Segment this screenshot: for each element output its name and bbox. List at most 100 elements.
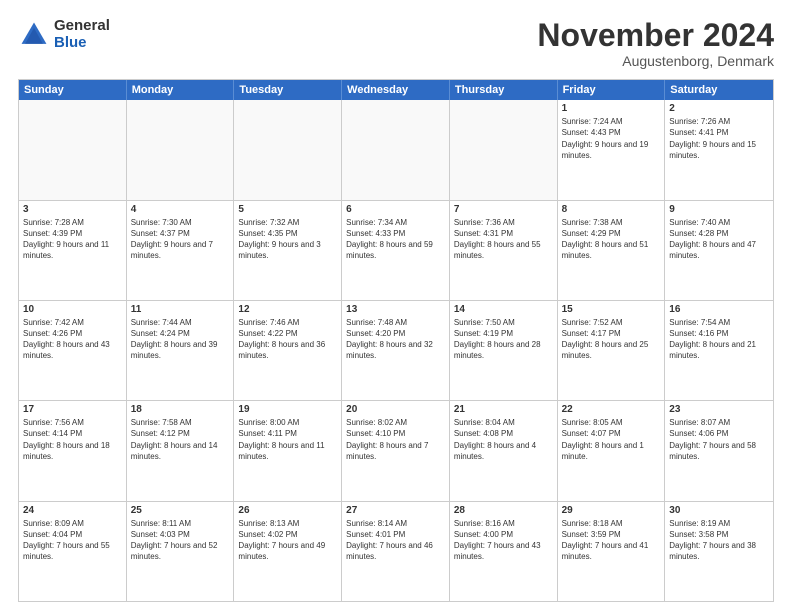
- day-info: Sunrise: 8:05 AMSunset: 4:07 PMDaylight:…: [562, 417, 661, 462]
- logo-general: General: [54, 17, 110, 34]
- day-info: Sunrise: 8:04 AMSunset: 4:08 PMDaylight:…: [454, 417, 553, 462]
- day-info: Sunrise: 7:28 AMSunset: 4:39 PMDaylight:…: [23, 217, 122, 262]
- header: General Blue November 2024 Augustenborg,…: [18, 18, 774, 69]
- weekday-header-thursday: Thursday: [450, 80, 558, 100]
- day-info: Sunrise: 7:50 AMSunset: 4:19 PMDaylight:…: [454, 317, 553, 362]
- calendar-cell: 30Sunrise: 8:19 AMSunset: 3:58 PMDayligh…: [665, 502, 773, 601]
- day-info: Sunrise: 7:54 AMSunset: 4:16 PMDaylight:…: [669, 317, 769, 362]
- calendar-cell: [19, 100, 127, 199]
- calendar-cell: 23Sunrise: 8:07 AMSunset: 4:06 PMDayligh…: [665, 401, 773, 500]
- day-number: 5: [238, 204, 337, 215]
- day-number: 13: [346, 304, 445, 315]
- calendar-cell: 20 Sunrise: 8:02 AMSunset: 4:10 PMDayligh…: [342, 401, 450, 500]
- day-number: 26: [238, 505, 337, 516]
- day-number: 1: [562, 103, 661, 114]
- day-info: Sunrise: 8:19 AMSunset: 3:58 PMDaylight:…: [669, 518, 769, 563]
- calendar-cell: 10 Sunrise: 7:42 AMSunset: 4:26 PMDayligh…: [19, 301, 127, 400]
- day-number: 25: [131, 505, 230, 516]
- calendar-cell: 14 Sunrise: 7:50 AMSunset: 4:19 PMDayligh…: [450, 301, 558, 400]
- calendar-cell: 4Sunrise: 7:30 AMSunset: 4:37 PMDaylight…: [127, 201, 235, 300]
- day-info: Sunrise: 7:26 AMSunset: 4:41 PMDaylight:…: [669, 116, 769, 161]
- day-number: 28: [454, 505, 553, 516]
- day-info: Sunrise: 7:32 AMSunset: 4:35 PMDaylight:…: [238, 217, 337, 262]
- weekday-header-saturday: Saturday: [665, 80, 773, 100]
- day-number: 27: [346, 505, 445, 516]
- day-number: 10: [23, 304, 122, 315]
- day-info: Sunrise: 7:40 AMSunset: 4:28 PMDaylight:…: [669, 217, 769, 262]
- day-info: Sunrise: 8:16 AMSunset: 4:00 PMDaylight:…: [454, 518, 553, 563]
- day-number: 7: [454, 204, 553, 215]
- day-number: 19: [238, 404, 337, 415]
- calendar: SundayMondayTuesdayWednesdayThursdayFrid…: [18, 79, 774, 602]
- day-number: 14: [454, 304, 553, 315]
- weekday-header-tuesday: Tuesday: [234, 80, 342, 100]
- calendar-cell: 11 Sunrise: 7:44 AMSunset: 4:24 PMDayligh…: [127, 301, 235, 400]
- calendar-cell: 24 Sunrise: 8:09 AMSunset: 4:04 PMDayligh…: [19, 502, 127, 601]
- weekday-header-friday: Friday: [558, 80, 666, 100]
- calendar-cell: 7 Sunrise: 7:36 AMSunset: 4:31 PMDaylight…: [450, 201, 558, 300]
- day-number: 15: [562, 304, 661, 315]
- calendar-header: SundayMondayTuesdayWednesdayThursdayFrid…: [19, 80, 773, 100]
- day-info: Sunrise: 7:44 AMSunset: 4:24 PMDaylight:…: [131, 317, 230, 362]
- day-info: Sunrise: 7:36 AMSunset: 4:31 PMDaylight:…: [454, 217, 553, 262]
- calendar-cell: 19 Sunrise: 8:00 AMSunset: 4:11 PMDayligh…: [234, 401, 342, 500]
- day-info: Sunrise: 8:11 AMSunset: 4:03 PMDaylight:…: [131, 518, 230, 563]
- day-number: 18: [131, 404, 230, 415]
- calendar-cell: 6 Sunrise: 7:34 AMSunset: 4:33 PMDaylight…: [342, 201, 450, 300]
- day-info: Sunrise: 8:00 AMSunset: 4:11 PMDaylight:…: [238, 417, 337, 462]
- day-number: 6: [346, 204, 445, 215]
- weekday-header-monday: Monday: [127, 80, 235, 100]
- day-number: 21: [454, 404, 553, 415]
- calendar-cell: 25 Sunrise: 8:11 AMSunset: 4:03 PMDayligh…: [127, 502, 235, 601]
- day-info: Sunrise: 7:46 AMSunset: 4:22 PMDaylight:…: [238, 317, 337, 362]
- calendar-cell: 28 Sunrise: 8:16 AMSunset: 4:00 PMDayligh…: [450, 502, 558, 601]
- weekday-header-wednesday: Wednesday: [342, 80, 450, 100]
- weekday-header-sunday: Sunday: [19, 80, 127, 100]
- day-info: Sunrise: 7:34 AMSunset: 4:33 PMDaylight:…: [346, 217, 445, 262]
- day-info: Sunrise: 7:42 AMSunset: 4:26 PMDaylight:…: [23, 317, 122, 362]
- day-info: Sunrise: 7:58 AMSunset: 4:12 PMDaylight:…: [131, 417, 230, 462]
- day-info: Sunrise: 8:09 AMSunset: 4:04 PMDaylight:…: [23, 518, 122, 563]
- day-info: Sunrise: 8:02 AMSunset: 4:10 PMDaylight:…: [346, 417, 445, 462]
- day-number: 8: [562, 204, 661, 215]
- calendar-cell: 17Sunrise: 7:56 AMSunset: 4:14 PMDayligh…: [19, 401, 127, 500]
- title-block: November 2024 Augustenborg, Denmark: [537, 18, 774, 69]
- day-number: 17: [23, 404, 122, 415]
- calendar-cell: 29Sunrise: 8:18 AMSunset: 3:59 PMDayligh…: [558, 502, 666, 601]
- day-number: 11: [131, 304, 230, 315]
- day-info: Sunrise: 8:14 AMSunset: 4:01 PMDaylight:…: [346, 518, 445, 563]
- day-number: 22: [562, 404, 661, 415]
- calendar-row-4: 24 Sunrise: 8:09 AMSunset: 4:04 PMDayligh…: [19, 502, 773, 601]
- day-number: 3: [23, 204, 122, 215]
- day-number: 20: [346, 404, 445, 415]
- calendar-cell: 8 Sunrise: 7:38 AMSunset: 4:29 PMDaylight…: [558, 201, 666, 300]
- day-info: Sunrise: 7:48 AMSunset: 4:20 PMDaylight:…: [346, 317, 445, 362]
- day-number: 9: [669, 204, 769, 215]
- calendar-cell: 13 Sunrise: 7:48 AMSunset: 4:20 PMDayligh…: [342, 301, 450, 400]
- page: General Blue November 2024 Augustenborg,…: [0, 0, 792, 612]
- calendar-row-1: 3 Sunrise: 7:28 AMSunset: 4:39 PMDaylight…: [19, 201, 773, 301]
- day-number: 4: [131, 204, 230, 215]
- calendar-row-3: 17Sunrise: 7:56 AMSunset: 4:14 PMDayligh…: [19, 401, 773, 501]
- logo-icon: [18, 19, 50, 51]
- logo: General Blue: [18, 18, 110, 51]
- calendar-cell: 15 Sunrise: 7:52 AMSunset: 4:17 PMDayligh…: [558, 301, 666, 400]
- calendar-cell: 27 Sunrise: 8:14 AMSunset: 4:01 PMDayligh…: [342, 502, 450, 601]
- calendar-cell: 18 Sunrise: 7:58 AMSunset: 4:12 PMDayligh…: [127, 401, 235, 500]
- day-number: 24: [23, 505, 122, 516]
- day-info: Sunrise: 7:38 AMSunset: 4:29 PMDaylight:…: [562, 217, 661, 262]
- day-number: 12: [238, 304, 337, 315]
- day-number: 16: [669, 304, 769, 315]
- calendar-body: 1 Sunrise: 7:24 AMSunset: 4:43 PMDaylight…: [19, 100, 773, 601]
- calendar-cell: 26Sunrise: 8:13 AMSunset: 4:02 PMDayligh…: [234, 502, 342, 601]
- day-info: Sunrise: 7:52 AMSunset: 4:17 PMDaylight:…: [562, 317, 661, 362]
- calendar-cell: 22 Sunrise: 8:05 AMSunset: 4:07 PMDayligh…: [558, 401, 666, 500]
- calendar-cell: 2 Sunrise: 7:26 AMSunset: 4:41 PMDaylight…: [665, 100, 773, 199]
- month-title: November 2024: [537, 18, 774, 53]
- day-number: 2: [669, 103, 769, 114]
- calendar-cell: 21 Sunrise: 8:04 AMSunset: 4:08 PMDayligh…: [450, 401, 558, 500]
- calendar-cell: [450, 100, 558, 199]
- calendar-cell: 12 Sunrise: 7:46 AMSunset: 4:22 PMDayligh…: [234, 301, 342, 400]
- day-info: Sunrise: 7:24 AMSunset: 4:43 PMDaylight:…: [562, 116, 661, 161]
- calendar-cell: 1 Sunrise: 7:24 AMSunset: 4:43 PMDaylight…: [558, 100, 666, 199]
